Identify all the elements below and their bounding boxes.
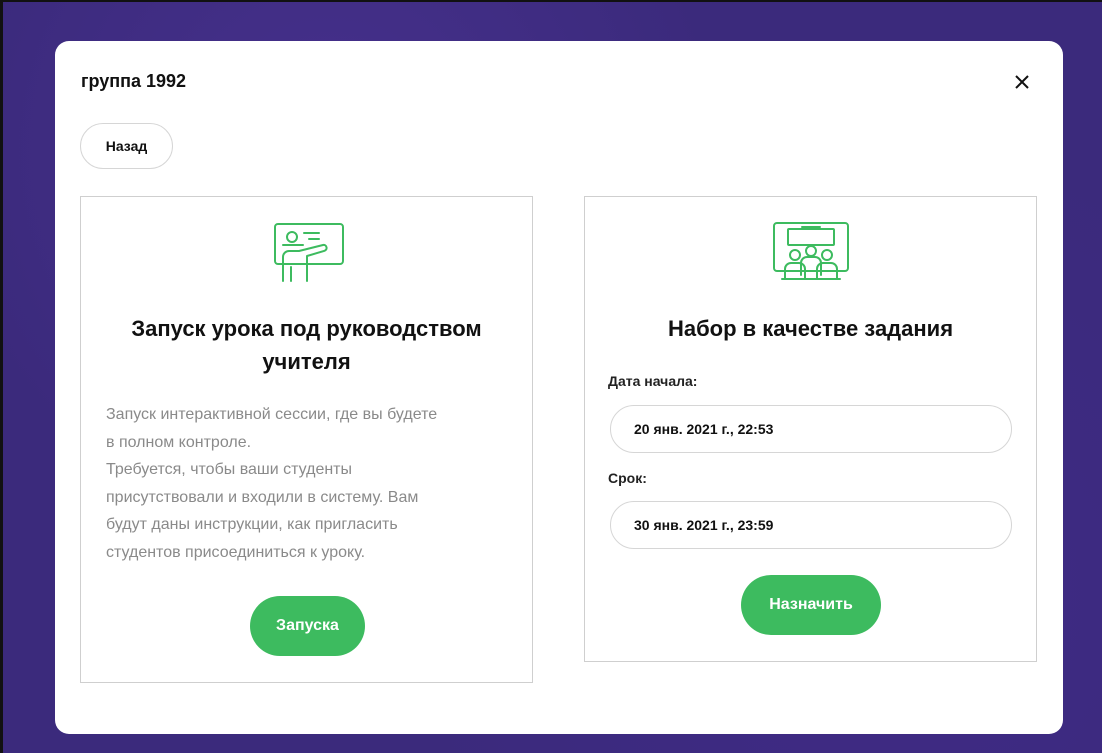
launch-button[interactable]: Запуска [250, 596, 365, 656]
teacher-led-description: Запуск интерактивной сессии, где вы буде… [106, 401, 516, 566]
due-date-field[interactable] [610, 501, 1012, 549]
assign-modal: группа 1992 Назад Запуск урока под руков… [55, 41, 1063, 734]
description-line: студентов присоединиться к уроку. [106, 543, 366, 561]
due-date-label: Срок: [608, 470, 647, 486]
description-line: в полном контроле. [106, 433, 252, 451]
close-icon [1015, 75, 1029, 89]
assignment-title: Набор в качестве задания [667, 316, 954, 341]
teacher-presentation-icon [271, 223, 345, 288]
teacher-led-card: Запуск урока под руководством учителя За… [80, 196, 533, 683]
assignment-card: Набор в качестве задания Дата начала: Ср… [584, 196, 1037, 662]
assign-button[interactable]: Назначить [741, 575, 881, 635]
back-button[interactable]: Назад [80, 123, 173, 169]
teacher-led-title: Запуск урока под руководством учителя [131, 316, 482, 374]
start-date-field[interactable] [610, 405, 1012, 453]
description-line: будут даны инструкции, как пригласить [106, 516, 398, 533]
start-date-label: Дата начала: [608, 373, 698, 389]
class-students-icon [772, 221, 850, 288]
description-line: присутствовали и входили в систему. Вам [106, 488, 419, 506]
modal-title: группа 1992 [81, 71, 187, 91]
close-button[interactable] [1011, 71, 1033, 93]
description-line: Запуск интерактивной сессии, где вы буде… [106, 406, 438, 423]
description-line: Требуется, чтобы ваши студенты [106, 461, 352, 478]
